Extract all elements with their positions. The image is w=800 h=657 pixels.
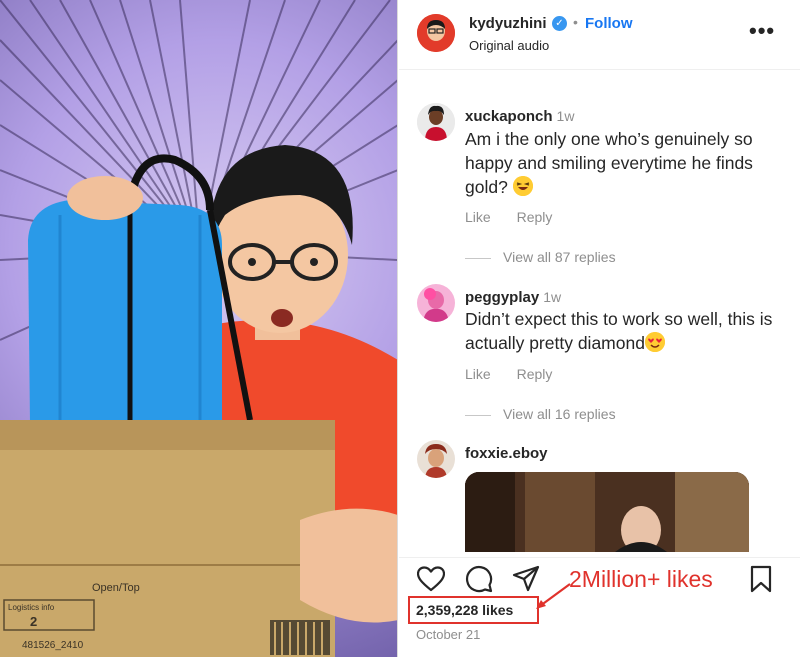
box-number: 2 (30, 614, 38, 629)
comment-username-text[interactable]: foxxie.eboy (465, 445, 548, 462)
likes-count[interactable]: 2,359,228 likes (416, 602, 513, 618)
post-header: kydyuzhini ✓ • Follow Original audio ••• (399, 0, 800, 70)
box-label-info: Logistics info (8, 603, 55, 612)
likes-annotation: 2Million+ likes (569, 566, 713, 592)
comment-actions: Like Reply (465, 366, 574, 382)
post-sidebar: kydyuzhini ✓ • Follow Original audio •••… (399, 0, 800, 657)
author-username[interactable]: kydyuzhini (469, 15, 547, 32)
comment-time: 1w (543, 289, 562, 305)
heart-icon[interactable] (416, 566, 446, 597)
view-replies-button[interactable]: View all 87 replies (465, 249, 616, 265)
comment-text-body: Am i the only one who’s genuinely so hap… (465, 129, 753, 197)
reply-comment-button[interactable]: Reply (517, 209, 553, 225)
commenter-avatar[interactable] (417, 284, 455, 322)
comment-actions: Like Reply (465, 209, 574, 225)
comment-icon[interactable] (465, 565, 493, 598)
follow-button[interactable]: Follow (585, 15, 633, 32)
verified-badge-icon: ✓ (552, 16, 567, 31)
like-comment-button[interactable]: Like (465, 366, 491, 382)
view-replies-label[interactable]: View all 87 replies (503, 249, 616, 265)
laughing-emoji-icon (512, 176, 533, 196)
video-frame (0, 0, 397, 657)
view-replies-button[interactable]: View all 16 replies (465, 406, 616, 422)
commenter-avatar[interactable] (417, 103, 455, 141)
separator-dot: • (573, 14, 578, 30)
more-icon[interactable]: ••• (749, 18, 775, 44)
replies-divider (465, 414, 491, 416)
comment-username[interactable]: xuckaponch 1w (465, 108, 574, 125)
comment-username-text[interactable]: peggyplay (465, 289, 539, 306)
comment-username-text[interactable]: xuckaponch (465, 108, 553, 125)
post-date: October 21 (416, 627, 481, 642)
comment-text: Didn’t expect this to work so well, this… (465, 307, 785, 355)
box-code: 481526_2410 (22, 640, 84, 651)
audio-label[interactable]: Original audio (469, 38, 549, 53)
view-replies-label[interactable]: View all 16 replies (503, 406, 616, 422)
author-avatar[interactable] (417, 14, 455, 52)
box-label-open: Open/Top (92, 582, 140, 594)
comment-username[interactable]: peggyplay 1w (465, 289, 561, 306)
like-comment-button[interactable]: Like (465, 209, 491, 225)
bookmark-icon[interactable] (750, 565, 772, 598)
annotation-arrow-icon (536, 583, 571, 609)
comment-username[interactable]: foxxie.eboy (465, 445, 548, 462)
reply-comment-button[interactable]: Reply (517, 366, 553, 382)
comment-time: 1w (556, 108, 575, 124)
replies-divider (465, 257, 491, 259)
post-video[interactable]: Open/Top Logistics info 2 481526_2410 (0, 0, 398, 657)
comment-text-body: Didn’t expect this to work so well, this… (465, 309, 773, 353)
comment-text: Am i the only one who’s genuinely so hap… (465, 127, 785, 199)
comment-media-thumbnail[interactable] (465, 472, 749, 552)
heart-eyes-emoji-icon (644, 332, 665, 352)
commenter-avatar[interactable] (417, 440, 455, 478)
